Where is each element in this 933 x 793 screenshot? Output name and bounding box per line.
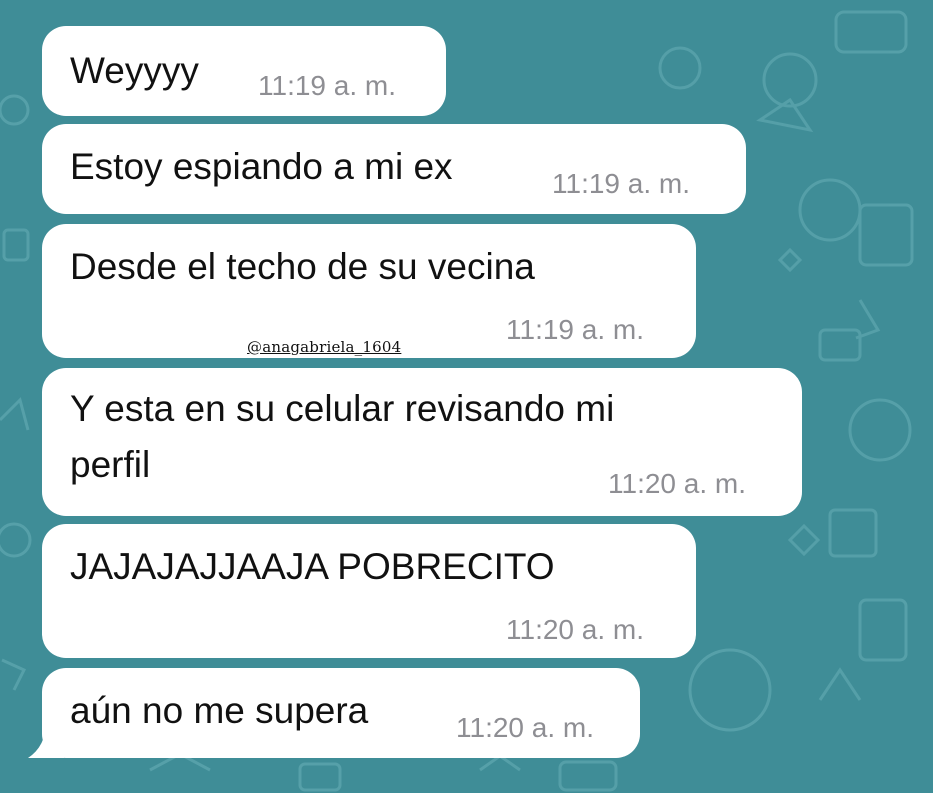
- doodle-shape: [658, 46, 702, 90]
- doodle-shape: [0, 397, 30, 431]
- message-text: Weyyyy: [70, 50, 199, 91]
- doodle-shape: [558, 760, 618, 792]
- message-text: Estoy espiando a mi ex: [70, 146, 453, 187]
- message-timestamp: 11:19 a. m.: [506, 314, 645, 345]
- message-text-line2: perfil: [70, 444, 151, 485]
- message-bubble[interactable]: aún no me supera 11:20 a. m.: [42, 668, 640, 758]
- doodle-shape: [818, 667, 862, 701]
- message-text: Desde el techo de su vecina: [70, 246, 535, 287]
- doodle-shape: [787, 523, 821, 557]
- doodle-shape: [777, 247, 803, 273]
- doodle-shape: [858, 203, 914, 267]
- message-bubble[interactable]: JAJAJAJJAAJA POBRECITO 11:20 a. m.: [42, 524, 696, 658]
- watermark-handle: @anagabriela_1604: [247, 338, 402, 356]
- doodle-shape: [818, 328, 862, 362]
- doodle-shape: [798, 178, 862, 242]
- doodle-shape: [688, 648, 772, 732]
- doodle-shape: [1, 658, 27, 691]
- doodle-shape: [2, 228, 30, 262]
- message-text: Y esta en su celular revisando mi: [70, 388, 615, 429]
- doodle-shape: [848, 398, 912, 462]
- doodle-shape: [834, 10, 908, 54]
- message-timestamp: 11:19 a. m.: [552, 168, 691, 199]
- message-text: aún no me supera: [70, 690, 369, 731]
- message-timestamp: 11:19 a. m.: [258, 70, 397, 101]
- message-timestamp: 11:20 a. m.: [456, 712, 595, 743]
- doodle-shape: [756, 97, 814, 133]
- doodle-shape: [0, 522, 32, 558]
- doodle-shape: [858, 598, 908, 662]
- doodle-shape: [479, 754, 521, 772]
- message-bubble[interactable]: Estoy espiando a mi ex 11:19 a. m.: [42, 124, 746, 214]
- doodle-shape: [0, 94, 30, 126]
- message-bubble[interactable]: Y esta en su celular revisando mi perfil…: [42, 368, 802, 516]
- message-timestamp: 11:20 a. m.: [506, 614, 645, 645]
- message-text: JAJAJAJJAAJA POBRECITO: [70, 546, 555, 587]
- doodle-shape: [828, 508, 878, 558]
- doodle-shape: [298, 762, 342, 792]
- message-timestamp: 11:20 a. m.: [608, 468, 747, 499]
- message-bubble[interactable]: Weyyyy 11:19 a. m.: [42, 26, 446, 116]
